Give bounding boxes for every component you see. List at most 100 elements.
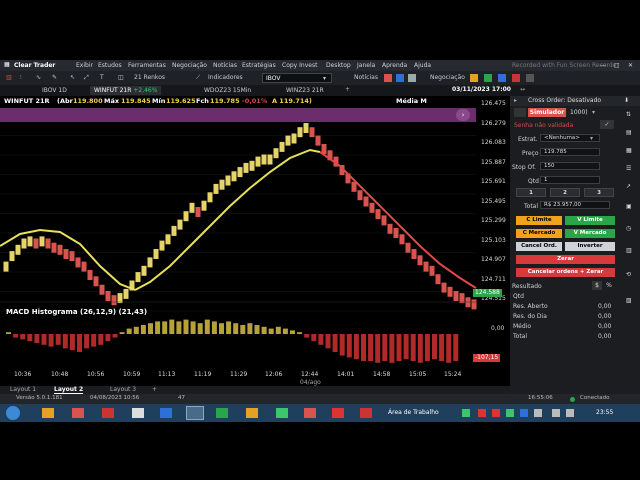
volume-icon[interactable] — [566, 409, 574, 417]
minimize-icon[interactable]: — — [600, 63, 606, 69]
table-icon[interactable]: ▥ — [626, 248, 632, 254]
close-icon[interactable]: ✕ — [628, 63, 633, 69]
currency-toggle[interactable]: $ — [592, 281, 602, 290]
v-mercado-button[interactable]: V Mercado — [565, 229, 615, 238]
tab-wdoz23[interactable]: WDOZ23 15Min — [200, 86, 255, 95]
clear-trader-task-icon[interactable] — [186, 406, 204, 420]
book-side-icon[interactable]: ▤ — [626, 130, 632, 136]
grid-icon[interactable]: ▣ — [626, 204, 632, 210]
menu-item-0[interactable]: Exibir — [76, 63, 93, 69]
validate-icon[interactable]: ✓ — [600, 120, 614, 129]
tray-icon-6[interactable] — [534, 409, 542, 417]
c-limite-button[interactable]: C Limite — [516, 216, 562, 225]
menu-item-1[interactable]: Estudos — [98, 63, 122, 69]
menu-item-2[interactable]: Ferramentas — [128, 63, 166, 69]
tab-winz23[interactable]: WINZ23 21R — [282, 86, 328, 95]
app-icon[interactable] — [160, 408, 172, 418]
simulador-badge[interactable]: Simulador — [528, 108, 566, 117]
zerar-button[interactable]: Zerar — [516, 255, 615, 264]
layout-3-tab[interactable]: Layout 3 — [110, 387, 136, 393]
alert-icon[interactable] — [512, 74, 520, 82]
panel-arrow-icon[interactable]: ▸ — [514, 98, 517, 104]
chart-icon[interactable]: ▥ — [6, 75, 12, 81]
indicators-icon[interactable]: ⟋ — [196, 75, 200, 81]
account-chevron-icon[interactable]: ▾ — [592, 110, 595, 116]
list-icon[interactable]: ☰ — [626, 166, 631, 172]
panel-down-icon[interactable]: ⬇ — [624, 98, 629, 104]
tab-winfut-21r[interactable]: WINFUT 21R +2,46% — [90, 86, 162, 95]
line-icon[interactable]: ∿ — [36, 75, 41, 81]
recorder-icon[interactable] — [332, 408, 344, 418]
renko-select[interactable]: 21 Renkos — [134, 75, 165, 81]
layout-2-tab[interactable]: Layout 2 — [54, 387, 84, 394]
menu-item-3[interactable]: Negociação — [172, 63, 207, 69]
position-icon[interactable] — [498, 74, 506, 82]
indicadores-button[interactable]: Indicadores — [208, 75, 243, 81]
user-icon[interactable] — [526, 74, 534, 82]
period-icon[interactable]: ◫ — [118, 75, 124, 81]
stop-input[interactable]: 150 — [540, 162, 600, 170]
tv-icon[interactable] — [396, 74, 404, 82]
clock-icon[interactable]: ◷ — [626, 226, 631, 232]
desktop-label[interactable]: Área de Trabalho — [388, 410, 439, 416]
folder-icon[interactable] — [246, 408, 258, 418]
pdf-icon[interactable] — [102, 408, 114, 418]
tab-ibov-1d[interactable]: IBOV 1D — [38, 86, 71, 95]
news-red-icon[interactable] — [384, 74, 392, 82]
menu-item-10[interactable]: Ajuda — [414, 63, 431, 69]
negociacao-button[interactable]: Negociação — [430, 75, 465, 81]
maximize-icon[interactable]: □ — [614, 63, 620, 69]
candle-icon[interactable]: ⫶ — [20, 75, 22, 81]
qtd-input[interactable]: 1 — [540, 176, 600, 184]
add-layout-icon[interactable]: + — [152, 387, 157, 393]
sort-icon[interactable]: ⇅ — [626, 112, 631, 118]
symbol-input[interactable]: IBOV ▾ — [262, 73, 332, 83]
tray-icon-4[interactable] — [506, 409, 514, 417]
noticias-button[interactable]: Notícias — [354, 75, 378, 81]
calendar-icon[interactable]: ▦ — [626, 148, 632, 154]
percent-toggle[interactable]: % — [604, 281, 614, 290]
tray-icon-5[interactable] — [520, 409, 528, 417]
draw-icon[interactable]: ✎ — [52, 75, 57, 81]
order-icon[interactable] — [470, 74, 478, 82]
chrome-icon[interactable] — [72, 408, 84, 418]
settings-icon[interactable] — [514, 108, 526, 117]
video-icon[interactable] — [360, 408, 372, 418]
qty-2-button[interactable]: 2 — [550, 188, 580, 197]
cancelar-zerar-button[interactable]: Cancelar ordens + Zerar — [516, 268, 615, 277]
history-icon[interactable]: ⟲ — [626, 272, 631, 278]
price-chart[interactable]: MACD Histograma (26,12,9) (21,43) 10:36 10… — [0, 106, 510, 386]
zoom-icon[interactable]: ⤢ — [84, 75, 89, 81]
add-tab-icon[interactable]: + — [345, 87, 350, 93]
menu-item-6[interactable]: Copy Invest — [282, 63, 317, 69]
layout-1-tab[interactable]: Layout 1 — [10, 387, 36, 393]
start-button-icon[interactable] — [6, 406, 20, 420]
menu-item-5[interactable]: Estratégias — [242, 63, 276, 69]
trend-icon[interactable]: ↗ — [626, 184, 631, 190]
mail-icon[interactable] — [408, 74, 416, 82]
chrome2-icon[interactable] — [276, 408, 288, 418]
inverter-button[interactable]: Inverter — [565, 242, 615, 251]
book-icon[interactable] — [484, 74, 492, 82]
explorer-icon[interactable] — [42, 408, 54, 418]
arrow-icon[interactable]: ↔ — [520, 87, 525, 93]
v-limite-button[interactable]: V Limite — [565, 216, 615, 225]
preco-input[interactable]: 119.785 — [540, 148, 600, 156]
menu-item-4[interactable]: Notícias — [213, 63, 237, 69]
chart-side-icon[interactable]: ▨ — [626, 298, 632, 304]
notepad-icon[interactable] — [132, 408, 144, 418]
arrow-right-icon[interactable]: › — [456, 109, 470, 121]
network-icon[interactable] — [552, 409, 560, 417]
tray-icon-3[interactable] — [492, 409, 500, 417]
tray-icon-2[interactable] — [478, 409, 486, 417]
menu-item-9[interactable]: Aprenda — [382, 63, 407, 69]
cancel-ord-button[interactable]: Cancel Ord. — [516, 242, 562, 251]
media-icon[interactable] — [304, 408, 316, 418]
tray-icon-1[interactable] — [462, 409, 470, 417]
menu-item-7[interactable]: Desktop — [326, 63, 351, 69]
qty-3-button[interactable]: 3 — [584, 188, 614, 197]
excel-icon[interactable] — [216, 408, 228, 418]
text-icon[interactable]: T — [100, 75, 104, 81]
menu-item-8[interactable]: Janela — [357, 63, 375, 69]
c-mercado-button[interactable]: C Mercado — [516, 229, 562, 238]
